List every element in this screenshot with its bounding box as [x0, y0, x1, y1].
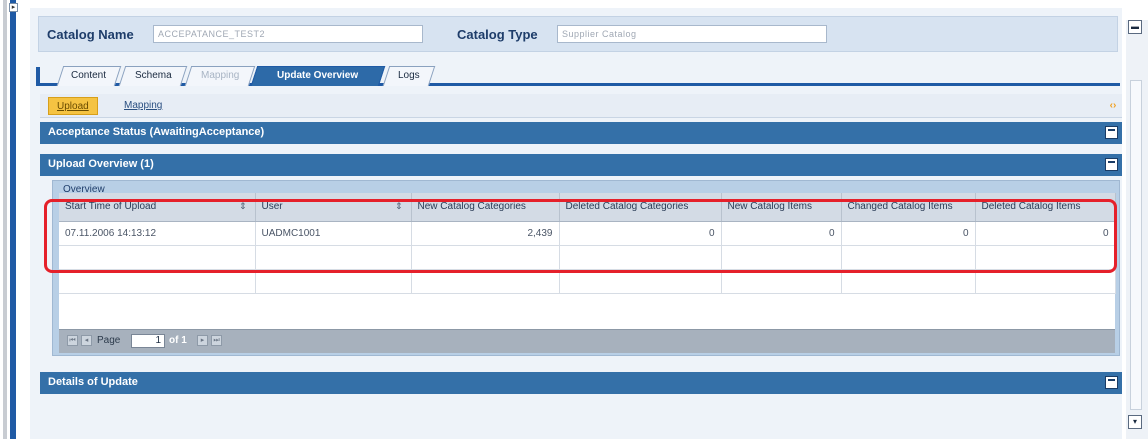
rail-collapse-icon[interactable]: ▸ [9, 3, 18, 12]
catalog-type-label: Catalog Type [457, 27, 538, 42]
col-deleted-categories[interactable]: Deleted Catalog Categories [559, 193, 722, 222]
page-number-input[interactable]: 1 [131, 334, 165, 348]
empty-cell [841, 245, 976, 270]
cell-deleted-items: 0 [975, 221, 1116, 246]
tab-strip: Content Schema Mapping Update Overview L… [36, 64, 1120, 86]
empty-cell [721, 245, 842, 270]
table-row-empty [59, 269, 1116, 294]
col-new-items[interactable]: New Catalog Items [721, 193, 842, 222]
table-row-empty [59, 245, 1116, 270]
scroll-down-icon[interactable]: ▾ [1128, 415, 1142, 429]
empty-cell [559, 245, 722, 270]
pager-label: Page [97, 335, 121, 346]
acceptance-status-title: Acceptance Status (AwaitingAcceptance) [48, 126, 265, 138]
catalog-header: Catalog Name ACCEPATANCE_TEST2 Catalog T… [38, 16, 1118, 52]
acceptance-status-section[interactable]: Acceptance Status (AwaitingAcceptance) [40, 122, 1122, 144]
cell-user: UADMC1001 [255, 221, 412, 246]
collapse-section-icon[interactable] [1105, 158, 1118, 171]
tab-logs[interactable]: Logs [382, 66, 436, 86]
details-of-update-section[interactable]: Details of Update [40, 372, 1122, 394]
col-start-time[interactable]: Start Time of Upload ⇕ [59, 193, 256, 222]
tab-mapping-label: Mapping [200, 70, 240, 81]
col-deleted-items[interactable]: Deleted Catalog Items [975, 193, 1116, 222]
table-header-row: Start Time of Upload ⇕ User ⇕ New Catalog … [59, 193, 1116, 222]
rail-divider [3, 0, 7, 439]
col-deleted-categories-label: Deleted Catalog Categories [565, 201, 689, 213]
col-new-categories[interactable]: New Catalog Categories [411, 193, 560, 222]
empty-cell [841, 269, 976, 294]
empty-cell [255, 245, 412, 270]
cell-new-categories: 2,439 [411, 221, 560, 246]
cell-start-time: 07.11.2006 14:13:12 [59, 221, 256, 246]
subtab-upload[interactable]: Upload [48, 97, 98, 115]
col-user-label: User [261, 201, 283, 213]
empty-cell [721, 269, 842, 294]
empty-cell [255, 269, 412, 294]
empty-cell [975, 269, 1116, 294]
table-row[interactable]: 07.11.2006 14:13:12 UADMC1001 2,439 0 0 … [59, 221, 1116, 246]
last-page-icon: ⏭ [211, 335, 222, 346]
subtab-mapping[interactable]: Mapping [116, 97, 170, 115]
cell-new-items: 0 [721, 221, 842, 246]
sort-icon[interactable]: ⇕ [395, 201, 403, 212]
empty-cell [559, 269, 722, 294]
expand-section-icon[interactable] [1105, 126, 1118, 139]
overview-panel: Overview Start Time of Upload ⇕ User ⇕ New… [52, 180, 1120, 356]
tab-content[interactable]: Content [56, 66, 122, 86]
main-content: Catalog Name ACCEPATANCE_TEST2 Catalog T… [30, 8, 1122, 439]
empty-cell [975, 245, 1116, 270]
cell-deleted-categories: 0 [559, 221, 722, 246]
empty-cell [411, 269, 560, 294]
tab-content-label: Content [71, 70, 107, 81]
cell-changed-items: 0 [841, 221, 976, 246]
tab-update-overview-label: Update Overview [277, 70, 359, 81]
empty-cell [411, 245, 560, 270]
col-deleted-items-label: Deleted Catalog Items [981, 201, 1081, 213]
expand-arrows-icon[interactable]: ‹› [1106, 99, 1120, 113]
tab-strip-start [36, 67, 40, 86]
table-pager: ⏮ ◂ Page 1 of 1 ▸ ⏭ [59, 329, 1115, 353]
expand-section-icon[interactable] [1105, 376, 1118, 389]
tab-schema[interactable]: Schema [118, 66, 188, 86]
details-of-update-title: Details of Update [48, 376, 138, 388]
col-new-items-label: New Catalog Items [727, 201, 812, 213]
col-start-time-label: Start Time of Upload [65, 201, 157, 213]
rail-bar [10, 0, 16, 439]
col-new-categories-label: New Catalog Categories [417, 201, 526, 213]
col-user[interactable]: User ⇕ [255, 193, 412, 222]
empty-cell [59, 245, 256, 270]
scroll-up-icon[interactable]: ▬ [1128, 20, 1142, 34]
sort-icon[interactable]: ⇕ [239, 201, 247, 212]
catalog-type-field[interactable]: Supplier Catalog [557, 25, 827, 43]
prev-page-icon: ◂ [81, 335, 92, 346]
first-page-icon: ⏮ [67, 335, 78, 346]
scroll-track[interactable] [1130, 80, 1142, 410]
empty-cell [59, 269, 256, 294]
next-page-icon: ▸ [197, 335, 208, 346]
subtab-bar: Upload Mapping ‹› [40, 94, 1122, 118]
catalog-name-label: Catalog Name [47, 27, 134, 42]
upload-overview-section[interactable]: Upload Overview (1) [40, 154, 1122, 176]
col-changed-items[interactable]: Changed Catalog Items [841, 193, 976, 222]
overview-table-wrap: Start Time of Upload ⇕ User ⇕ New Catalog … [59, 193, 1116, 353]
tab-schema-label: Schema [134, 70, 172, 81]
upload-overview-title: Upload Overview (1) [48, 158, 154, 170]
pager-of-label: of 1 [169, 335, 187, 346]
catalog-name-field[interactable]: ACCEPATANCE_TEST2 [153, 25, 423, 43]
left-rail: ▸ [0, 0, 26, 439]
tab-update-overview[interactable]: Update Overview [250, 66, 386, 86]
tab-mapping: Mapping [184, 66, 256, 86]
overview-table: Start Time of Upload ⇕ User ⇕ New Catalog … [59, 193, 1116, 294]
tab-logs-label: Logs [398, 70, 420, 81]
col-changed-items-label: Changed Catalog Items [847, 201, 953, 213]
